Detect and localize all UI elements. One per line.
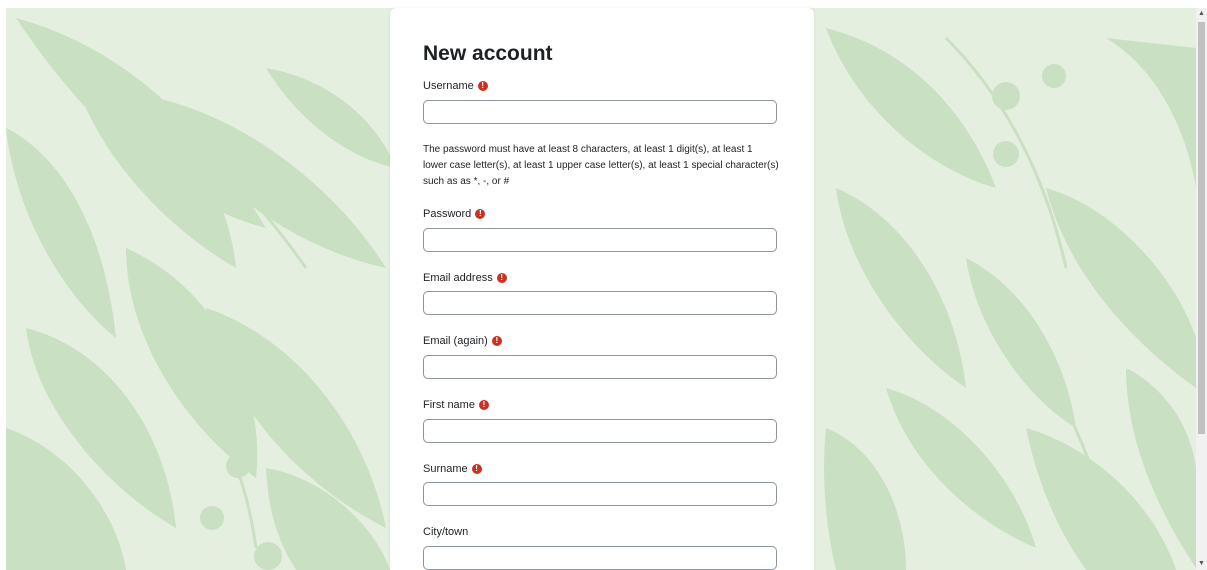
email-again-label-text: Email (again) xyxy=(423,335,488,347)
city-field[interactable] xyxy=(423,546,777,570)
email-label: Email address ! xyxy=(423,272,507,284)
email-again-label: Email (again) ! xyxy=(423,335,502,347)
scroll-down-arrow-icon[interactable]: ▼ xyxy=(1196,558,1207,570)
username-label: Username ! xyxy=(423,80,488,92)
exclamation-circle-icon: ! xyxy=(496,273,507,283)
username-label-text: Username xyxy=(423,80,474,92)
email-again-field[interactable] xyxy=(423,355,777,379)
firstname-label: First name ! xyxy=(423,399,489,411)
password-label: Password ! xyxy=(423,208,486,220)
exclamation-circle-icon: ! xyxy=(475,209,486,219)
signup-form: New account Username ! The password must… xyxy=(390,8,814,570)
surname-label: Surname ! xyxy=(423,463,482,475)
firstname-label-text: First name xyxy=(423,399,475,411)
surname-label-text: Surname xyxy=(423,463,468,475)
city-label: City/town xyxy=(423,526,468,538)
firstname-field[interactable] xyxy=(423,419,777,443)
city-label-text: City/town xyxy=(423,526,469,538)
page: New account Username ! The password must… xyxy=(0,0,1207,570)
surname-field[interactable] xyxy=(423,482,777,506)
exclamation-circle-icon: ! xyxy=(471,464,482,474)
exclamation-circle-icon: ! xyxy=(478,400,489,410)
email-label-text: Email address xyxy=(423,272,493,284)
scroll-up-arrow-icon[interactable]: ▲ xyxy=(1196,8,1207,20)
password-field[interactable] xyxy=(423,228,777,252)
password-policy-text: The password must have at least 8 charac… xyxy=(423,144,779,187)
email-field[interactable] xyxy=(423,291,777,315)
exclamation-circle-icon: ! xyxy=(491,336,502,346)
page-title: New account xyxy=(423,42,553,65)
scrollbar-thumb[interactable] xyxy=(1198,22,1205,434)
password-label-text: Password xyxy=(423,208,472,220)
exclamation-circle-icon: ! xyxy=(477,81,488,91)
username-field[interactable] xyxy=(423,100,777,124)
scrollbar[interactable]: ▲ ▼ xyxy=(1196,8,1207,570)
